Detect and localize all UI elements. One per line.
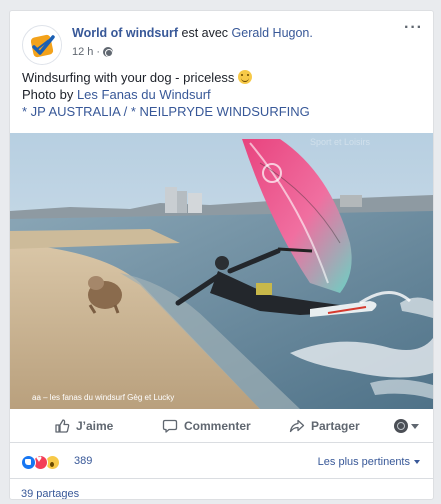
sort-label: Les plus pertinents — [317, 456, 410, 468]
logo-icon — [24, 27, 61, 64]
share-icon — [289, 419, 305, 433]
tagged-person-link[interactable]: Gerald Hugon. — [232, 26, 313, 40]
post-card: World of windsurf est avec Gerald Hugon.… — [9, 10, 434, 500]
image-watermark: Sport et Loisirs — [310, 137, 371, 147]
image-caption: aa – les fanas du windsurf Gèg et Lucky — [32, 393, 175, 402]
like-button[interactable]: J’aime — [54, 409, 113, 443]
share-button[interactable]: Partager — [289, 409, 360, 443]
comment-sort-dropdown[interactable]: Les plus pertinents — [318, 456, 420, 468]
chevron-down-icon — [414, 460, 420, 464]
smiley-icon — [238, 70, 253, 84]
photo-credit-line: Photo by Les Fanas du Windsurf — [22, 86, 421, 103]
reaction-count[interactable]: 389 — [74, 455, 92, 467]
post-photo[interactable]: Sport et Loisirs aa – les fanas du winds… — [10, 133, 433, 409]
reaction-icons[interactable] — [21, 454, 60, 470]
like-label: J’aime — [76, 419, 114, 433]
windsurf-photo-image — [10, 133, 433, 409]
with-text: est avec — [181, 26, 229, 40]
post-author-line: World of windsurf est avec Gerald Hugon. — [72, 26, 313, 40]
reactions-row: 389 Les plus pertinents — [10, 443, 433, 479]
photo-by-label: Photo by — [22, 87, 74, 102]
separator-dot: · — [96, 46, 101, 58]
post-actions-bar: J’aime Commenter Partager — [10, 409, 433, 443]
page-name-link[interactable]: World of windsurf — [72, 26, 178, 40]
photo-credit-link[interactable]: Les Fanas du Windsurf — [77, 87, 211, 102]
share-label: Partager — [311, 419, 360, 433]
post-header: World of windsurf est avec Gerald Hugon.… — [22, 19, 423, 65]
shares-count[interactable]: 39 partages — [21, 488, 79, 499]
comment-icon — [162, 419, 178, 433]
like-reaction-icon — [21, 455, 36, 470]
audience-selector[interactable] — [394, 409, 419, 443]
comment-label: Commenter — [184, 419, 251, 433]
globe-icon — [103, 47, 114, 57]
like-icon — [55, 419, 70, 433]
post-text-main: Windsurfing with your dog - priceless — [22, 70, 235, 85]
comment-button[interactable]: Commenter — [162, 409, 251, 443]
post-timestamp[interactable]: 12 h — [72, 46, 93, 58]
audience-globe-icon — [394, 419, 408, 433]
page-avatar[interactable] — [22, 25, 62, 65]
sponsor-tags-link[interactable]: * JP AUSTRALIA / * NEILPRYDE WINDSURFING — [22, 103, 421, 120]
post-meta: 12 h · — [72, 46, 114, 58]
more-options-button[interactable]: ··· — [404, 19, 423, 37]
post-text-line: Windsurfing with your dog - priceless — [22, 69, 421, 86]
post-text: Windsurfing with your dog - priceless Ph… — [22, 69, 421, 120]
chevron-down-icon — [411, 423, 419, 429]
